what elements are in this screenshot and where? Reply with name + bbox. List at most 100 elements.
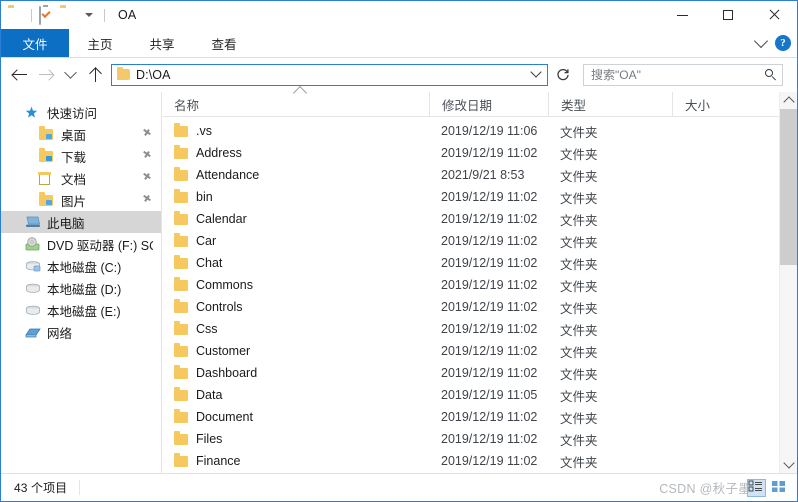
sidebar-item-this-pc[interactable]: 此电脑 bbox=[1, 211, 161, 233]
sidebar-item-documents[interactable]: 文档 bbox=[1, 167, 161, 189]
table-row[interactable]: Address 2019/12/19 11:02 文件夹 bbox=[162, 142, 797, 164]
details-view-icon[interactable] bbox=[747, 478, 766, 497]
table-row[interactable]: Calendar 2019/12/19 11:02 文件夹 bbox=[162, 208, 797, 230]
maximize-button[interactable] bbox=[705, 1, 751, 29]
recent-locations-button[interactable] bbox=[58, 63, 82, 87]
file-name-label: Data bbox=[196, 388, 223, 402]
address-bar[interactable]: D:\OA bbox=[111, 63, 548, 86]
date-modified-cell: 2019/12/19 11:02 bbox=[441, 432, 538, 446]
table-row[interactable]: Css 2019/12/19 11:02 文件夹 bbox=[162, 318, 797, 340]
tab-home[interactable]: 主页 bbox=[69, 29, 131, 57]
expand-ribbon-chevron-down-icon[interactable] bbox=[753, 33, 769, 49]
watermark-text: CSDN @秋子墨 bbox=[659, 482, 751, 496]
search-box[interactable]: 搜索"OA" bbox=[583, 63, 783, 86]
table-row[interactable]: Commons 2019/12/19 11:02 文件夹 bbox=[162, 274, 797, 296]
refresh-button[interactable] bbox=[551, 63, 575, 87]
column-header-type[interactable]: 类型 bbox=[548, 92, 672, 116]
date-modified-cell: 2019/12/19 11:02 bbox=[441, 256, 538, 270]
column-header-size[interactable]: 大小 bbox=[672, 92, 754, 116]
scroll-up-button[interactable] bbox=[780, 92, 797, 109]
sidebar-label: 本地磁盘 (C:) bbox=[47, 260, 122, 275]
sidebar-item-pictures[interactable]: 图片 bbox=[1, 189, 161, 211]
folder-icon bbox=[174, 387, 188, 401]
folder-icon bbox=[174, 321, 188, 335]
tab-share[interactable]: 共享 bbox=[131, 29, 193, 57]
type-cell: 文件夹 bbox=[560, 213, 598, 228]
refresh-icon bbox=[557, 68, 569, 80]
back-button[interactable] bbox=[8, 63, 32, 87]
type-cell: 文件夹 bbox=[560, 279, 598, 294]
sidebar-item-dvd-drive[interactable]: DVD 驱动器 (F:) SQL bbox=[1, 233, 161, 255]
pin-icon[interactable] bbox=[143, 151, 153, 161]
column-header-name[interactable]: 名称 bbox=[162, 85, 429, 116]
sidebar-item-local-disk-c[interactable]: 本地磁盘 (C:) bbox=[1, 255, 161, 277]
table-row[interactable]: .vs 2019/12/19 11:06 文件夹 bbox=[162, 120, 797, 142]
pin-icon[interactable] bbox=[143, 129, 153, 139]
file-name-label: Css bbox=[196, 322, 218, 336]
close-button[interactable] bbox=[751, 1, 797, 29]
qat-separator-1 bbox=[31, 8, 32, 22]
table-row[interactable]: Dashboard 2019/12/19 11:02 文件夹 bbox=[162, 362, 797, 384]
sidebar-item-downloads[interactable]: 下载 bbox=[1, 145, 161, 167]
column-header-size-label: 大小 bbox=[685, 98, 711, 113]
properties-icon[interactable] bbox=[39, 6, 55, 25]
date-modified-cell: 2019/12/19 11:02 bbox=[441, 278, 538, 292]
table-row[interactable]: Chat 2019/12/19 11:02 文件夹 bbox=[162, 252, 797, 274]
sidebar-item-quick-access[interactable]: 快速访问 bbox=[1, 101, 161, 123]
file-name-cell: Calendar bbox=[162, 211, 429, 226]
chevron-down-icon bbox=[782, 457, 795, 469]
sidebar-item-local-disk-e[interactable]: 本地磁盘 (E:) bbox=[1, 299, 161, 321]
scrollbar-thumb[interactable] bbox=[780, 109, 797, 266]
pin-icon[interactable] bbox=[143, 173, 153, 183]
date-modified-cell: 2019/12/19 11:06 bbox=[441, 124, 538, 138]
sidebar-item-local-disk-d[interactable]: 本地磁盘 (D:) bbox=[1, 277, 161, 299]
table-row[interactable]: bin 2019/12/19 11:02 文件夹 bbox=[162, 186, 797, 208]
date-modified-cell: 2019/12/19 11:02 bbox=[441, 366, 538, 380]
table-row[interactable]: Data 2019/12/19 11:05 文件夹 bbox=[162, 384, 797, 406]
address-dropdown-chevron-icon[interactable] bbox=[530, 66, 542, 78]
pin-icon[interactable] bbox=[143, 195, 153, 205]
folder-icon[interactable] bbox=[8, 7, 24, 23]
table-row[interactable]: Document 2019/12/19 11:02 文件夹 bbox=[162, 406, 797, 428]
chevron-up-icon bbox=[782, 96, 795, 108]
sidebar-label: 快速访问 bbox=[47, 106, 98, 121]
vertical-scrollbar[interactable] bbox=[779, 92, 797, 473]
up-button[interactable] bbox=[83, 63, 107, 87]
customize-qat-dropdown-icon[interactable] bbox=[81, 7, 97, 23]
date-modified-cell: 2019/12/19 11:05 bbox=[441, 388, 538, 402]
star-icon bbox=[25, 106, 43, 119]
help-icon[interactable]: ? bbox=[775, 35, 791, 51]
type-cell: 文件夹 bbox=[560, 455, 598, 470]
tab-view[interactable]: 查看 bbox=[193, 29, 255, 57]
date-modified-cell: 2021/9/21 8:53 bbox=[441, 168, 525, 182]
date-modified-cell: 2019/12/19 11:02 bbox=[441, 146, 538, 160]
search-icon[interactable] bbox=[765, 68, 777, 81]
scroll-down-button[interactable] bbox=[780, 456, 797, 473]
large-icons-view-icon[interactable] bbox=[771, 480, 788, 496]
table-row[interactable]: Finance 2019/12/19 11:02 文件夹 bbox=[162, 450, 797, 472]
file-name-label: Customer bbox=[196, 344, 251, 358]
date-modified-cell: 2019/12/19 11:02 bbox=[441, 410, 538, 424]
column-header-date-modified[interactable]: 修改日期 bbox=[429, 92, 548, 116]
navigation-pane: 快速访问 桌面 下载 文档 图片 此电脑 DVD 驱动器 (F:) S 本地磁盘… bbox=[1, 92, 162, 473]
sidebar-item-desktop[interactable]: 桌面 bbox=[1, 123, 161, 145]
forward-button[interactable] bbox=[33, 63, 57, 87]
table-row[interactable]: Customer 2019/12/19 11:02 文件夹 bbox=[162, 340, 797, 362]
file-list-pane: 名称 修改日期 类型 大小 .vs 2019/12/19 11:06 文件夹 Addr… bbox=[162, 85, 797, 473]
folder-downloads-icon bbox=[39, 148, 57, 162]
minimize-button[interactable] bbox=[659, 1, 705, 29]
quick-access-toolbar: OA bbox=[1, 1, 136, 29]
table-row[interactable]: Files 2019/12/19 11:02 文件夹 bbox=[162, 428, 797, 450]
chevron-down-icon bbox=[63, 65, 77, 79]
new-folder-icon[interactable] bbox=[60, 7, 76, 23]
column-header-date-label: 修改日期 bbox=[442, 98, 493, 113]
table-row[interactable]: Controls 2019/12/19 11:02 文件夹 bbox=[162, 296, 797, 318]
folder-icon bbox=[174, 123, 188, 137]
dvd-drive-icon bbox=[25, 237, 43, 251]
sidebar-item-network[interactable]: 网络 bbox=[1, 321, 161, 343]
table-row[interactable]: Attendance 2021/9/21 8:53 文件夹 bbox=[162, 164, 797, 186]
file-name-label: Chat bbox=[196, 256, 223, 270]
tab-file[interactable]: 文件 bbox=[1, 29, 69, 57]
scrollbar-track[interactable] bbox=[780, 109, 797, 456]
table-row[interactable]: Car 2019/12/19 11:02 文件夹 bbox=[162, 230, 797, 252]
